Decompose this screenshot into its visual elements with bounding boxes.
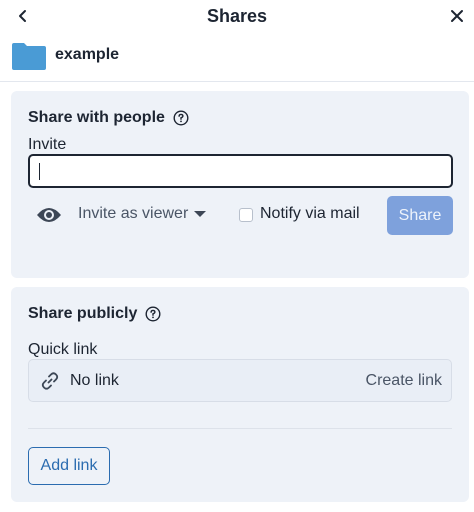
link-icon [41, 372, 59, 390]
caret-down-icon [194, 210, 207, 218]
share-with-people-title: Share with people [28, 109, 165, 126]
no-link-text: No link [70, 372, 119, 389]
help-icon[interactable] [145, 306, 161, 322]
divider [28, 428, 452, 429]
share-publicly-title: Share publicly [28, 305, 138, 322]
page-title: Shares [206, 6, 268, 26]
sidebar-header: Shares [0, 0, 474, 34]
folder-icon [12, 43, 46, 70]
resource-info: example [0, 38, 474, 82]
invite-label: Invite [28, 136, 67, 153]
share-button[interactable]: Share [387, 196, 453, 235]
quick-link-row: No link Create link [28, 359, 452, 402]
share-with-people-panel: Share with people Invite Invite as viewe… [11, 91, 469, 278]
close-icon [451, 10, 463, 22]
invite-input[interactable] [28, 154, 453, 188]
share-publicly-heading: Share publicly [28, 305, 161, 323]
create-link-button[interactable]: Create link [366, 372, 442, 390]
quick-link-label: Quick link [28, 341, 98, 358]
share-with-people-heading: Share with people [28, 109, 189, 127]
eye-icon[interactable] [36, 205, 62, 225]
resource-name: example [55, 46, 120, 63]
role-dropdown[interactable]: Invite as viewer [78, 205, 207, 223]
role-dropdown-label: Invite as viewer [78, 205, 189, 222]
add-link-button[interactable]: Add link [28, 447, 110, 485]
close-button[interactable] [446, 5, 468, 27]
share-publicly-panel: Share publicly Quick link No link Create… [11, 287, 469, 502]
notify-label: Notify via mail [260, 205, 360, 222]
notify-checkbox[interactable] [239, 208, 253, 222]
help-icon[interactable] [173, 110, 189, 126]
text-cursor [39, 163, 40, 180]
